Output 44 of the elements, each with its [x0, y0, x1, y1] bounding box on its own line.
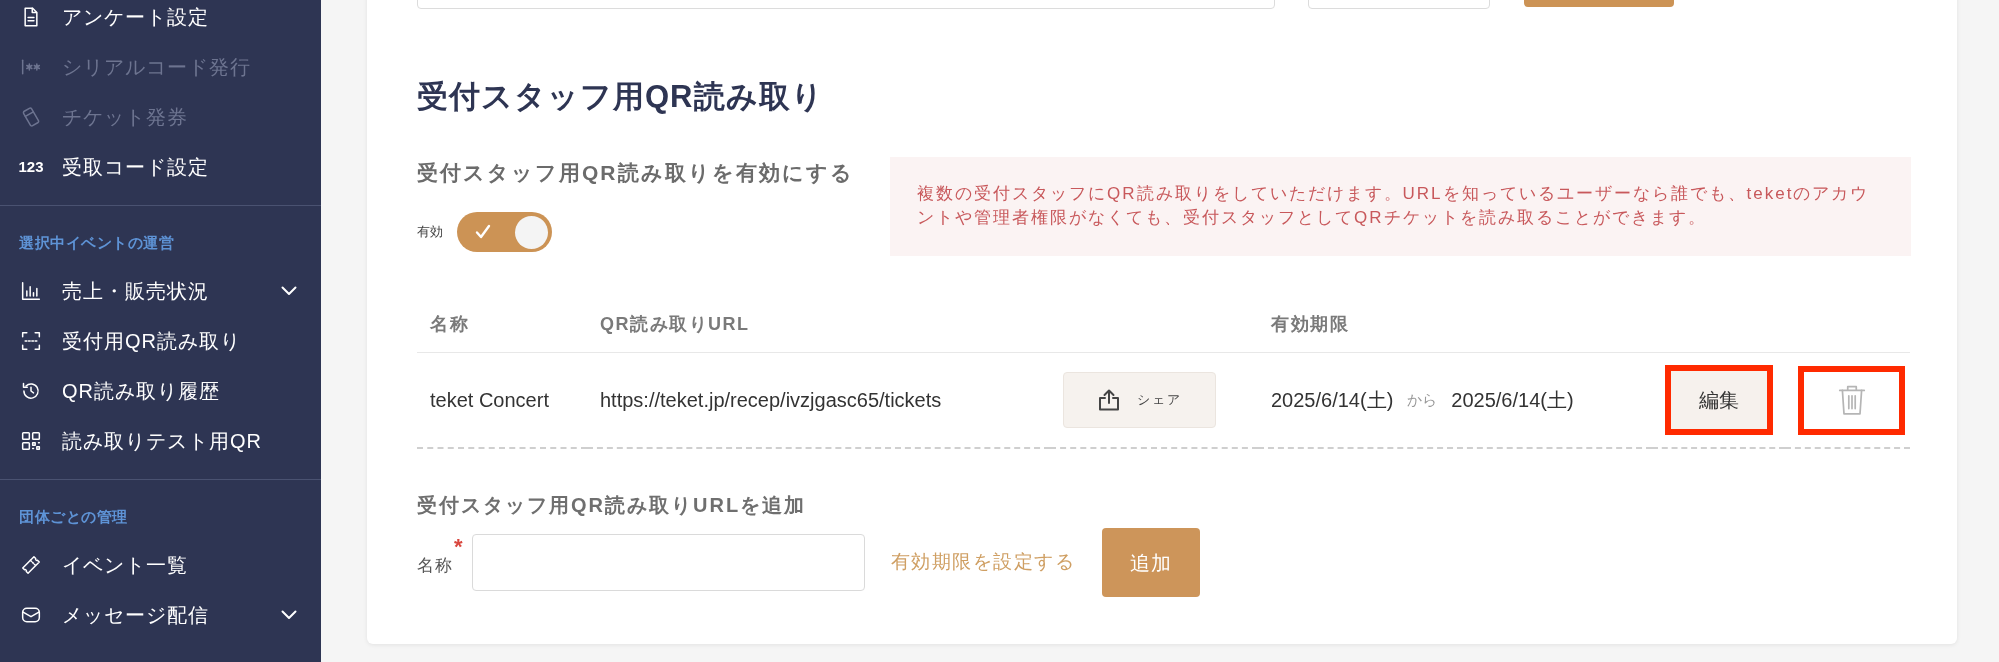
edit-button[interactable]: 編集 — [1665, 365, 1773, 435]
sidebar-item[interactable]: アンケート設定 — [0, 0, 321, 42]
share-button[interactable]: シェア — [1063, 372, 1216, 428]
asterisks-icon — [21, 57, 41, 77]
toggle-switch[interactable] — [457, 212, 552, 252]
sidebar-item[interactable]: 123 受取コード設定 — [0, 142, 321, 192]
scan-frame-icon — [21, 331, 41, 351]
check-icon — [475, 223, 491, 241]
sidebar-item[interactable]: QR読み取り履歴 — [0, 366, 321, 416]
section-title: 選択中イベントの運営 — [18, 233, 175, 253]
trash-icon — [1837, 384, 1866, 416]
history-icon — [21, 381, 41, 401]
column-header: 名称 — [417, 296, 587, 353]
delete-button[interactable] — [1798, 365, 1905, 435]
range-separator: から — [1407, 389, 1438, 410]
section-title: 団体ごとの管理 — [18, 507, 129, 527]
sidebar-item[interactable]: イベント一覧 — [0, 540, 321, 590]
envelope-icon — [21, 605, 41, 625]
date-text: 2025/6/14(土) — [1451, 388, 1574, 413]
sidebar-item[interactable]: メッセージ配信 — [0, 590, 321, 640]
required-asterisk: * — [454, 536, 463, 558]
ticket-icon — [21, 107, 41, 127]
switch-knob — [515, 215, 548, 249]
section-heading: 受付スタッフ用QR読み取り — [417, 79, 825, 115]
qr-code-icon — [21, 431, 41, 451]
url-text: https://teket.jp/recep/ivzjgasc65/tickets — [600, 388, 942, 413]
bar-chart-icon — [21, 281, 41, 301]
numbers-glyph: 123 — [18, 157, 44, 177]
name-input[interactable] — [471, 534, 865, 591]
sidebar-item[interactable]: 読み取りテスト用QR — [0, 416, 321, 466]
field-label: 名称 — [417, 554, 453, 577]
document-icon — [21, 7, 41, 27]
notice-text: 複数の受付スタッフにQR読み取りをしていただけます。URLを知っているユーザーなら誰でも、teketのアカウントや管理者権限がなくても、受付スタッフとしてQRチケットを読み取ることができます。 — [890, 157, 1911, 256]
table-cell-text: teket Concert — [430, 388, 549, 413]
form-title: 受付スタッフ用QR読み取りURLを追加 — [417, 493, 808, 518]
date-text: 2025/6/14(土) — [1271, 388, 1394, 413]
toggle-label: 有効 — [417, 223, 443, 242]
ticket-icon — [21, 555, 41, 575]
column-header: 有効期限 — [1258, 296, 1910, 353]
upload-icon — [1097, 388, 1121, 412]
column-header: QR読み取りURL — [587, 296, 1258, 353]
sidebar-item[interactable]: 受付用QR読み取り — [0, 316, 321, 366]
sidebar-item[interactable]: 売上・販売状況 — [0, 266, 321, 316]
setting-label: 受付スタッフ用QR読み取りを有効にする — [417, 160, 855, 186]
